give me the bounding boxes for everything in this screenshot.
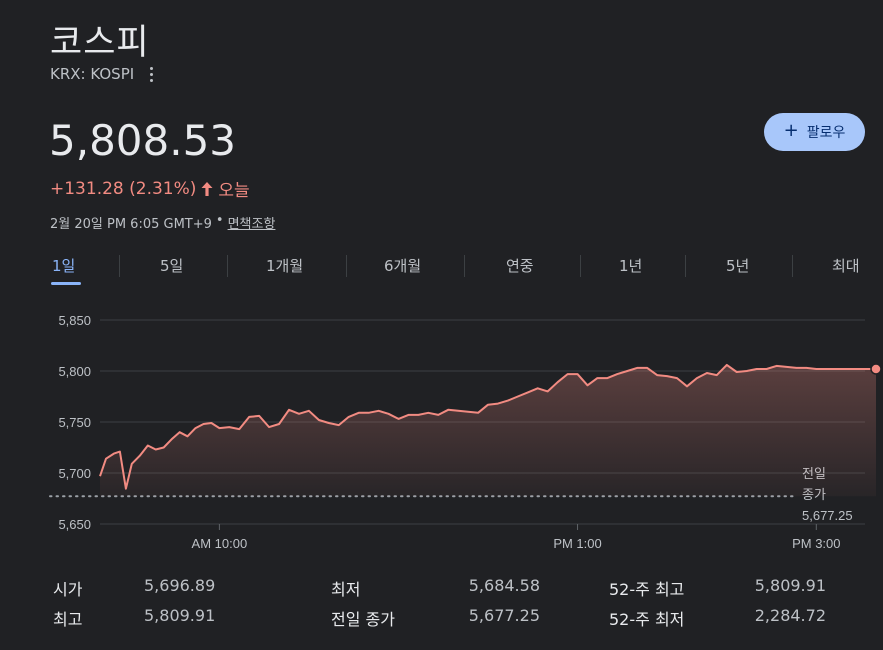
y-tick-label: 5,800 bbox=[58, 364, 91, 379]
stat-value-open: 5,696.89 bbox=[144, 576, 216, 595]
y-tick-label: 5,700 bbox=[58, 466, 91, 481]
x-tick-label: PM 1:00 bbox=[553, 536, 601, 551]
y-tick-label: 5,750 bbox=[58, 415, 91, 430]
stock-page: 코스피 KRX: KOSPI 5,808.53 +131.28 (2.31%) … bbox=[0, 0, 883, 650]
stat-value-prev-close: 5,677.25 bbox=[468, 606, 540, 625]
more-options-icon[interactable] bbox=[142, 64, 160, 84]
y-tick-label: 5,650 bbox=[58, 517, 91, 532]
follow-label: 팔로우 bbox=[806, 125, 846, 141]
tab-ytd[interactable]: 연중 bbox=[506, 253, 534, 279]
tab-5y[interactable]: 5년 bbox=[726, 253, 749, 279]
stat-label-low: 최저 bbox=[331, 580, 361, 599]
x-tick-label: PM 3:00 bbox=[792, 536, 840, 551]
ticker-symbol: KRX: KOSPI bbox=[50, 65, 135, 83]
change-value: +131.28 (2.31%) bbox=[50, 178, 197, 199]
tab-divider bbox=[580, 255, 581, 277]
separator-dot: • bbox=[215, 213, 224, 228]
previous-close-label: 5,677.25 bbox=[802, 508, 853, 523]
tab-1y[interactable]: 1년 bbox=[619, 253, 642, 279]
stat-value-high: 5,809.91 bbox=[144, 606, 216, 625]
stat-label-52w-low: 52-주 최저 bbox=[609, 610, 685, 629]
page-title: 코스피 bbox=[50, 23, 150, 63]
time-range-tabs: 1일 5일 1개월 6개월 연중 1년 5년 최대 bbox=[50, 253, 865, 285]
stats-row: 시가 5,696.89 최저 5,684.58 52-주 최고 5,809.91 bbox=[50, 576, 865, 606]
tab-5d[interactable]: 5일 bbox=[160, 253, 183, 279]
y-tick-label: 5,850 bbox=[58, 313, 91, 328]
current-price: 5,808.53 bbox=[49, 116, 237, 165]
active-tab-indicator bbox=[51, 282, 81, 285]
stat-value-52w-low: 2,284.72 bbox=[754, 606, 826, 625]
arrow-up-icon bbox=[201, 181, 213, 196]
change-period: 오늘 bbox=[218, 181, 250, 201]
tab-divider bbox=[227, 255, 228, 277]
stat-label-prev-close: 전일 종가 bbox=[331, 610, 395, 629]
tab-divider bbox=[346, 255, 347, 277]
tab-divider bbox=[792, 255, 793, 277]
tab-6m[interactable]: 6개월 bbox=[384, 253, 421, 279]
stat-label-52w-high: 52-주 최고 bbox=[609, 580, 685, 599]
plus-icon: + bbox=[783, 120, 799, 141]
stat-value-low: 5,684.58 bbox=[468, 576, 540, 595]
stats-table: 시가 5,696.89 최저 5,684.58 52-주 최고 5,809.91… bbox=[50, 576, 865, 636]
tab-divider bbox=[685, 255, 686, 277]
series-area bbox=[100, 364, 876, 497]
ticker-row: KRX: KOSPI bbox=[50, 64, 160, 84]
timestamp-row: 2월 20일 PM 6:05 GMT+9 • 면책조항 bbox=[50, 213, 275, 232]
tab-max[interactable]: 최대 bbox=[832, 253, 860, 279]
x-tick-label: AM 10:00 bbox=[192, 536, 248, 551]
last-price-marker bbox=[870, 363, 882, 375]
intraday-chart[interactable]: 5,8505,8005,7505,7005,650전일종가5,677.25AM … bbox=[0, 300, 883, 560]
tab-1d[interactable]: 1일 bbox=[52, 253, 75, 279]
stat-label-open: 시가 bbox=[53, 580, 83, 599]
tab-1m[interactable]: 1개월 bbox=[266, 253, 303, 279]
tab-divider bbox=[119, 255, 120, 277]
stat-label-high: 최고 bbox=[53, 610, 83, 629]
timestamp: 2월 20일 PM 6:05 GMT+9 bbox=[50, 217, 212, 232]
stats-row: 최고 5,809.91 전일 종가 5,677.25 52-주 최저 2,284… bbox=[50, 606, 865, 636]
tab-divider bbox=[464, 255, 465, 277]
price-change: +131.28 (2.31%) 오늘 bbox=[50, 176, 250, 202]
disclaimer-link[interactable]: 면책조항 bbox=[228, 213, 276, 232]
stat-value-52w-high: 5,809.91 bbox=[754, 576, 826, 595]
follow-button[interactable]: + 팔로우 bbox=[764, 113, 865, 151]
